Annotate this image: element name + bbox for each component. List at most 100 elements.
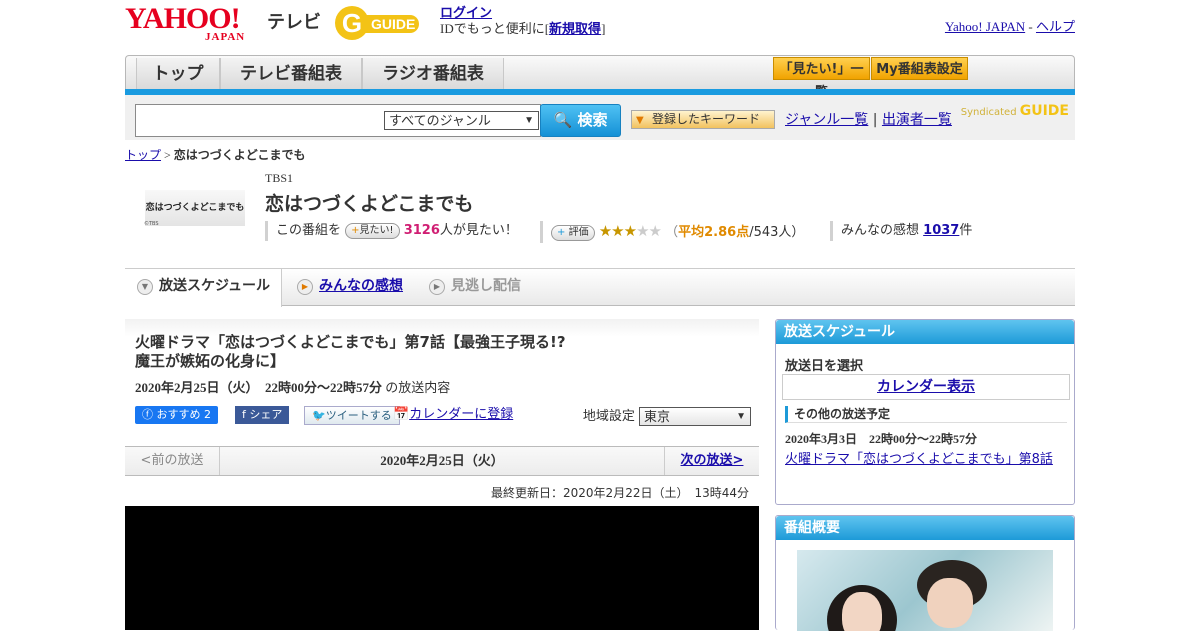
breadcrumb-home[interactable]: トップ xyxy=(125,148,161,162)
chevron-down-icon: ▼ xyxy=(524,115,534,126)
tab-reviews-label: みんなの感想 xyxy=(319,278,403,294)
breadcrumb-sep: > xyxy=(164,148,171,162)
login-note-prefix: IDでもっと便利に[ xyxy=(440,21,550,36)
tv-logo-text[interactable]: テレビ xyxy=(267,8,321,34)
sidebar-overview-panel: 番組概要 xyxy=(775,515,1075,631)
keyword-button[interactable]: ▼ 登録したキーワード xyxy=(631,110,775,129)
rating-stars: ★★★★★ xyxy=(598,222,662,240)
syndicated-gguide-logo: Syndicated GUIDE xyxy=(961,103,1069,119)
rating-segment: + 評価 ★★★★★ （平均2.86点/543人） xyxy=(540,221,804,243)
episode-date: 2020年2月25日（火） 22時00分～22時57分 の放送内容 xyxy=(135,377,450,396)
region-select[interactable]: 東京 ▼ xyxy=(639,407,751,426)
syndicated-text: Syndicated xyxy=(960,107,1017,118)
chevron-right-icon: ▶ xyxy=(297,279,313,295)
prev-broadcast-button[interactable]: <前の放送 xyxy=(125,447,220,475)
next-broadcast-button[interactable]: 次の放送> xyxy=(664,447,759,475)
genre-list-link[interactable]: ジャンル一覧 xyxy=(785,112,868,128)
facebook-recommend-button[interactable]: ⓕ おすすめ 2 xyxy=(135,406,218,424)
search-button-label: 検索 xyxy=(577,111,608,129)
want-suffix: 人が見たい！ xyxy=(439,223,518,238)
help-link[interactable]: ヘルプ xyxy=(1036,19,1075,34)
tab-schedule-label: 放送スケジュール xyxy=(159,278,271,294)
rating-stars-on: ★★★ xyxy=(598,222,637,240)
program-thumbnail-copyright: ©TBS xyxy=(144,221,159,227)
top-links-sep: - xyxy=(1028,19,1033,34)
gguide-logo[interactable]: G GUIDE xyxy=(335,6,431,40)
yahoo-logo[interactable]: YAHOO! JAPAN xyxy=(125,4,265,44)
facebook-share-button[interactable]: f シェア xyxy=(235,406,290,424)
calendar-register-link[interactable]: 📅カレンダーに登録 xyxy=(393,406,513,424)
triangle-down-icon: ▼ xyxy=(636,115,644,126)
rating-average-open: （ xyxy=(665,225,679,240)
station-name: TBS1 xyxy=(265,171,294,185)
genre-select[interactable]: すべてのジャンル ▼ xyxy=(384,111,539,130)
twitter-bird-icon: 🐦 xyxy=(312,409,326,422)
nav-tab-top[interactable]: トップ xyxy=(136,58,220,90)
episode-box: 火曜ドラマ「恋はつづくよどこまでも」第7話【最強王子現る!? 魔王が嫉妬の化身に… xyxy=(125,319,759,444)
reviews-unit: 件 xyxy=(959,223,973,238)
want-button[interactable]: +見たい! xyxy=(345,223,400,239)
yahoo-japan-link[interactable]: Yahoo! JAPAN xyxy=(945,19,1025,34)
keyword-button-label: 登録したキーワード xyxy=(652,112,761,126)
other-broadcast-link[interactable]: 火曜ドラマ「恋はつづくよどこまでも」第8話 xyxy=(785,448,1053,467)
episode-date-text: 2020年2月25日（火） 22時00分～22時57分 xyxy=(135,380,383,395)
sidebar-overview-heading: 番組概要 xyxy=(776,516,1074,540)
video-player[interactable] xyxy=(125,506,759,630)
reviews-label: みんなの感想 xyxy=(841,223,920,238)
tab-schedule[interactable]: ▼ 放送スケジュール xyxy=(125,269,282,307)
rating-stars-off: ★★ xyxy=(636,222,662,240)
search-bar: すべてのジャンル ▼ 🔍 検索 ▼ 登録したキーワード ジャンル一覧 | 出演者… xyxy=(125,95,1075,140)
program-thumbnail: 恋はつづくよどこまでも xyxy=(145,190,245,226)
nav-tab-radio-schedule[interactable]: ラジオ番組表 xyxy=(362,58,504,90)
episode-title-line2: 魔王が嫉妬の化身に】 xyxy=(135,352,286,370)
tab-reviews[interactable]: ▶ みんなの感想 xyxy=(285,269,415,306)
rate-button[interactable]: + 評価 xyxy=(551,225,595,241)
login-box: ログイン IDでもっと便利に[新規取得] xyxy=(440,5,605,37)
reviews-segment: みんなの感想 1037件 xyxy=(830,221,972,241)
calendar-show-button[interactable]: カレンダー表示 xyxy=(782,374,1070,400)
facebook-f-icon: f xyxy=(242,408,246,421)
want-list-button[interactable]: 「見たい!」一覧 xyxy=(773,57,870,100)
login-link[interactable]: ログイン xyxy=(440,5,492,20)
performers-list-link[interactable]: 出演者一覧 xyxy=(882,112,952,128)
last-updated: 最終更新日：2020年2月22日（土） 13時44分 xyxy=(491,486,749,500)
breadcrumb: トップ > 恋はつづくよどこまでも xyxy=(125,146,305,163)
genre-links: ジャンル一覧 | 出演者一覧 xyxy=(785,109,952,129)
search-button[interactable]: 🔍 検索 xyxy=(540,104,621,137)
syndicated-gguide-word: GUIDE xyxy=(1019,103,1069,119)
facebook-recommend-label: おすすめ 2 xyxy=(156,408,212,421)
facebook-share-label: シェア xyxy=(249,408,283,421)
episode-title: 火曜ドラマ「恋はつづくよどこまでも」第7話【最強王子現る!? 魔王が嫉妬の化身に… xyxy=(135,333,615,371)
calendar-add-icon: 📅 xyxy=(393,407,410,422)
region-select-value: 東京 xyxy=(644,409,671,424)
rating-people: /543人） xyxy=(749,225,805,240)
plus-icon: + xyxy=(557,227,566,238)
rate-button-label: 評価 xyxy=(568,227,589,238)
poster-figure-1-face xyxy=(842,592,882,631)
sidebar-schedule-heading: 放送スケジュール xyxy=(776,320,1074,344)
yahoo-logo-japan: JAPAN xyxy=(205,31,246,43)
program-poster-image xyxy=(797,550,1053,631)
facebook-icon: ⓕ xyxy=(142,408,153,421)
tweet-button[interactable]: 🐦ツイートする xyxy=(304,406,400,425)
program-title: 恋はつづくよどこまでも xyxy=(265,193,474,215)
reviews-count-link[interactable]: 1037 xyxy=(923,223,959,238)
episode-date-suffix: の放送内容 xyxy=(385,381,451,396)
my-schedule-button[interactable]: My番組表設定 xyxy=(871,57,968,80)
top-links: Yahoo! JAPAN - ヘルプ xyxy=(945,16,1075,35)
breadcrumb-current: 恋はつづくよどこまでも xyxy=(173,148,306,162)
plus-icon: + xyxy=(351,225,360,236)
login-note-suffix: ] xyxy=(601,21,606,36)
tweet-label: ツイートする xyxy=(325,409,392,422)
register-link[interactable]: 新規取得 xyxy=(549,21,601,36)
other-broadcasts-heading: その他の放送予定 xyxy=(785,406,1067,423)
rating-average: 平均2.86点 xyxy=(678,225,750,240)
program-tabs: ▼ 放送スケジュール ▶ みんなの感想 ▶ 見逃し配信 xyxy=(125,268,1075,307)
want-segment: この番組を +見たい! 3126人が見たい！ xyxy=(265,221,518,241)
search-icon: 🔍 xyxy=(553,111,573,129)
nav-tab-tv-schedule[interactable]: テレビ番組表 xyxy=(220,58,362,90)
genre-select-value: すべてのジャンル xyxy=(389,113,491,128)
tab-missed[interactable]: ▶ 見逃し配信 xyxy=(417,269,547,306)
tab-missed-label: 見逃し配信 xyxy=(451,278,521,294)
gguide-logo-word: GUIDE xyxy=(361,15,420,33)
